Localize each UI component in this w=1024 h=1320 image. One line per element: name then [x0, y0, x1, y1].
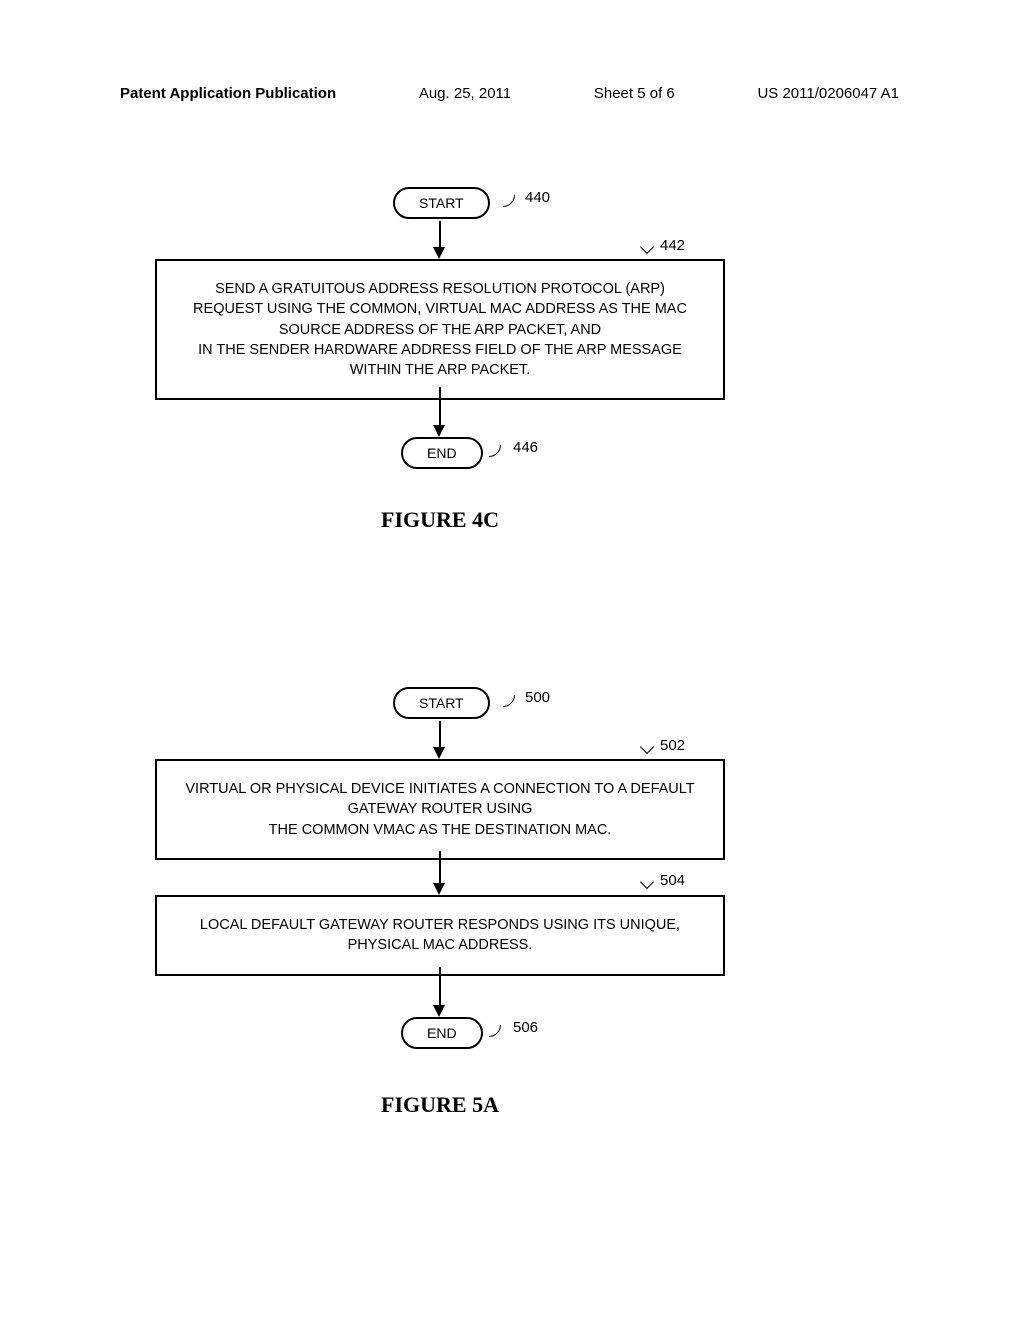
ref-tick-442 [640, 240, 654, 254]
end-label: END [427, 1025, 457, 1041]
header-left: Patent Application Publication [120, 85, 336, 102]
ref-tick-504 [640, 875, 654, 889]
figure-4c-flowchart: START 440 442 SEND A GRATUITOUS ADDRESS … [155, 187, 875, 607]
ref-500: 500 [525, 689, 550, 706]
ref-446: 446 [513, 439, 538, 456]
header-pubnum: US 2011/0206047 A1 [757, 85, 899, 102]
process-box-442: SEND A GRATUITOUS ADDRESS RESOLUTION PRO… [155, 259, 725, 400]
arrow-head-icon [433, 247, 445, 259]
header-sheet: Sheet 5 of 6 [594, 85, 675, 102]
figure-5a-title: FIGURE 5A [155, 1092, 725, 1118]
header-date: Aug. 25, 2011 [419, 85, 511, 102]
process-box-502: VIRTUAL OR PHYSICAL DEVICE INITIATES A C… [155, 759, 725, 860]
arrow-line [439, 967, 441, 1009]
ref-502: 502 [660, 737, 685, 754]
end-terminator: END [401, 437, 483, 469]
start-label: START [419, 195, 464, 211]
box2-text: LOCAL DEFAULT GATEWAY ROUTER RESPONDS US… [200, 917, 680, 953]
arrow-line [439, 851, 441, 887]
box1-text: VIRTUAL OR PHYSICAL DEVICE INITIATES A C… [185, 781, 694, 838]
ref-504: 504 [660, 872, 685, 889]
ref-curve-500 [486, 678, 520, 712]
start-terminator: START [393, 687, 490, 719]
ref-tick-502 [640, 740, 654, 754]
start-label: START [419, 695, 464, 711]
process-box-504: LOCAL DEFAULT GATEWAY ROUTER RESPONDS US… [155, 895, 725, 976]
ref-curve-440 [486, 178, 520, 212]
box1-text: SEND A GRATUITOUS ADDRESS RESOLUTION PRO… [193, 281, 687, 378]
ref-506: 506 [513, 1019, 538, 1036]
page-header: Patent Application Publication Aug. 25, … [0, 0, 1024, 102]
figure-4c-title: FIGURE 4C [155, 507, 725, 533]
start-terminator: START [393, 187, 490, 219]
ref-442: 442 [660, 237, 685, 254]
figure-5a-flowchart: START 500 502 VIRTUAL OR PHYSICAL DEVICE… [155, 687, 875, 1177]
arrow-head-icon [433, 747, 445, 759]
arrow-head-icon [433, 883, 445, 895]
ref-440: 440 [525, 189, 550, 206]
arrow-head-icon [433, 425, 445, 437]
end-label: END [427, 445, 457, 461]
arrow-line [439, 387, 441, 429]
end-terminator: END [401, 1017, 483, 1049]
arrow-head-icon [433, 1005, 445, 1017]
